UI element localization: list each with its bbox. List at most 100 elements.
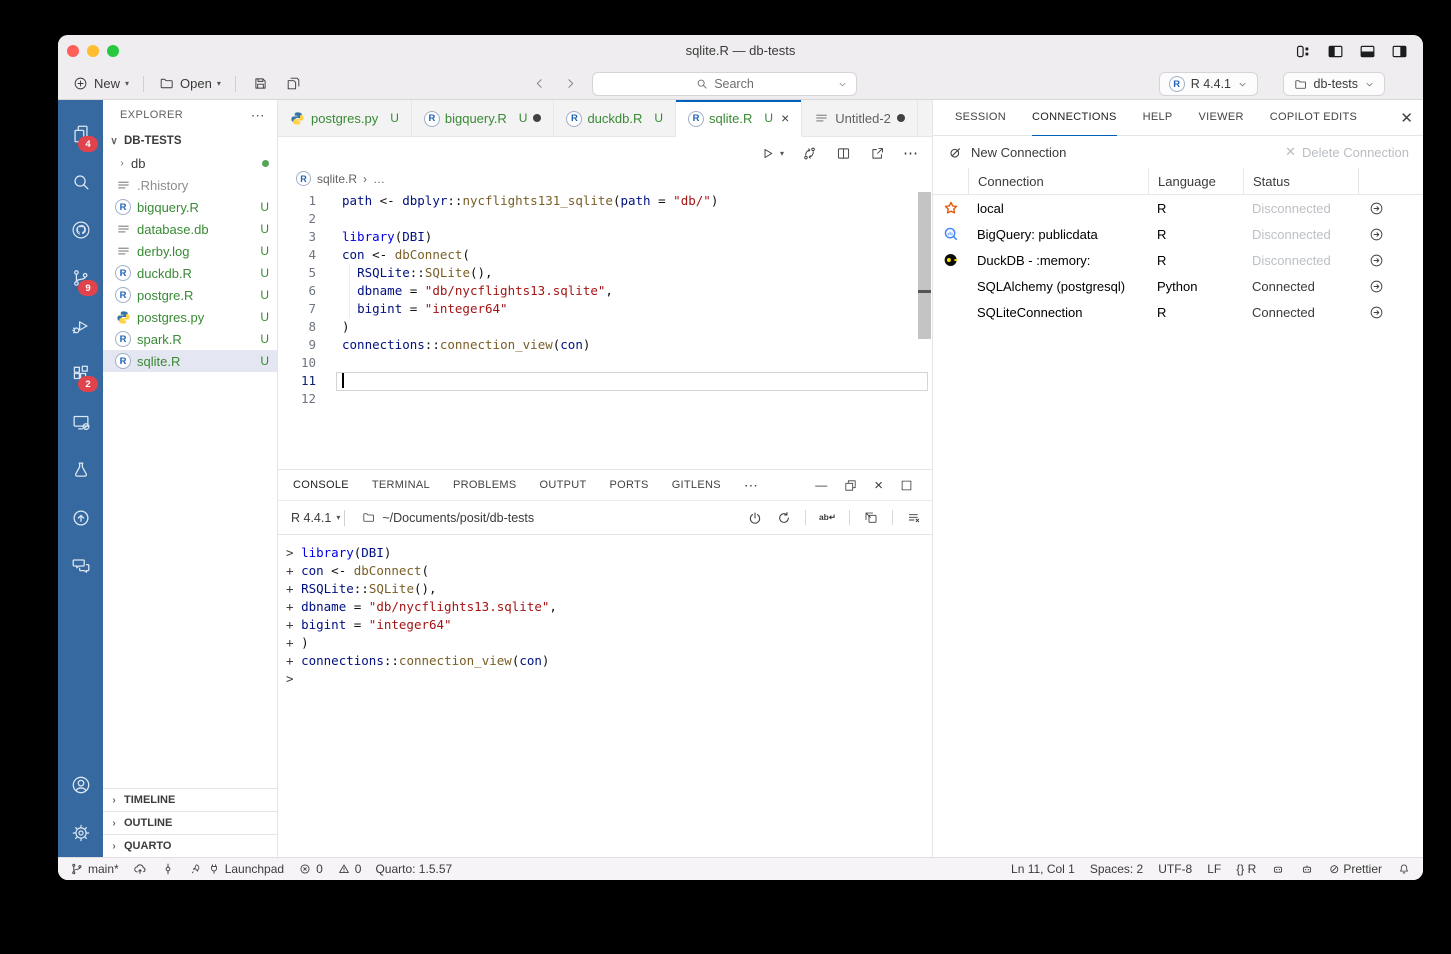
delete-connection-button[interactable]: ✕ Delete Connection xyxy=(1285,144,1409,160)
status-commit-graph[interactable] xyxy=(161,862,175,876)
titlebar-panel-bottom-icon[interactable] xyxy=(1358,42,1377,61)
titlebar-panel-right-icon[interactable] xyxy=(1390,42,1409,61)
activity-testing[interactable] xyxy=(58,446,103,494)
status-cursor-position[interactable]: Ln 11, Col 1 xyxy=(1011,862,1075,876)
activity-remote-explorer[interactable] xyxy=(58,398,103,446)
file-item-bigquery.R[interactable]: Rbigquery.RU xyxy=(103,196,277,218)
panel-tab-problems[interactable]: PROBLEMS xyxy=(453,470,517,501)
connection-row[interactable]: localRDisconnected xyxy=(933,195,1423,221)
status-launchpad[interactable]: Launchpad xyxy=(189,862,284,876)
activity-github[interactable] xyxy=(58,206,103,254)
code-line[interactable]: 7 bigint = "integer64" xyxy=(278,300,932,318)
column-header-language[interactable]: Language xyxy=(1148,168,1243,194)
tab-Untitled-2[interactable]: Untitled-2 xyxy=(802,100,918,136)
console-move-to-new-window-icon[interactable] xyxy=(863,510,879,526)
save-all-icon[interactable] xyxy=(285,75,302,92)
code-line[interactable]: 8) xyxy=(278,318,932,336)
more-actions-icon[interactable]: ⋯ xyxy=(903,144,918,162)
activity-search[interactable] xyxy=(58,158,103,206)
titlebar-panel-left-icon[interactable] xyxy=(1326,42,1345,61)
panel-tab-copilot-edits[interactable]: COPILOT EDITS xyxy=(1270,100,1357,136)
code-line[interactable]: 4con <- dbConnect( xyxy=(278,246,932,264)
panel-tab-ports[interactable]: PORTS xyxy=(610,470,649,501)
code-line[interactable]: 1path <- dbplyr::nycflights131_sqlite(pa… xyxy=(278,192,932,210)
panel-tab-terminal[interactable]: TERMINAL xyxy=(372,470,430,501)
code-line[interactable]: 9connections::connection_view(con) xyxy=(278,336,932,354)
panel-tab-connections[interactable]: CONNECTIONS xyxy=(1032,100,1117,136)
connection-row[interactable]: BigQuery: publicdataRDisconnected xyxy=(933,221,1423,247)
status-encoding[interactable]: UTF-8 xyxy=(1158,862,1192,876)
open-connection-icon[interactable] xyxy=(1358,200,1395,217)
editor-action-open-in-new-window[interactable] xyxy=(869,145,886,162)
panel-restore-icon[interactable] xyxy=(843,478,858,493)
panel-tab-gitlens[interactable]: GITLENS xyxy=(672,470,721,501)
status-language-mode[interactable]: {} R xyxy=(1236,862,1256,876)
open-connection-icon[interactable] xyxy=(1358,226,1395,243)
file-item-database.db[interactable]: database.dbU xyxy=(103,218,277,240)
workspace-root-folder[interactable]: ∨ DB-TESTS xyxy=(103,130,277,152)
status-error-count[interactable]: 0 xyxy=(298,862,323,876)
status-assistant[interactable] xyxy=(1300,862,1314,876)
titlebar-layout-customize-icon[interactable] xyxy=(1294,42,1313,61)
file-item-postgres.py[interactable]: postgres.pyU xyxy=(103,306,277,328)
status-indentation[interactable]: Spaces: 2 xyxy=(1090,862,1143,876)
tab-sqlite.R[interactable]: Rsqlite.RU× xyxy=(676,100,802,137)
more-actions-icon[interactable]: ⋯ xyxy=(251,107,265,124)
editor-action-split-editor[interactable] xyxy=(835,145,852,162)
console-clear-console-icon[interactable] xyxy=(906,510,922,526)
activity-extensions[interactable]: 2 xyxy=(58,350,103,398)
panel-tab-viewer[interactable]: VIEWER xyxy=(1199,100,1244,136)
file-item-spark.R[interactable]: Rspark.RU xyxy=(103,328,277,350)
tab-duckdb.R[interactable]: Rduckdb.RU xyxy=(554,100,676,136)
code-line[interactable]: 6 dbname = "db/nycflights13.sqlite", xyxy=(278,282,932,300)
section-timeline[interactable]: ›TIMELINE xyxy=(103,788,277,811)
open-connection-icon[interactable] xyxy=(1358,304,1395,321)
column-header-connection[interactable]: Connection xyxy=(968,168,1148,194)
status-branch-indicator[interactable]: main* xyxy=(70,862,119,876)
status-warning-count[interactable]: 0 xyxy=(337,862,362,876)
console-power-icon[interactable] xyxy=(747,510,763,526)
activity-settings[interactable] xyxy=(58,809,103,857)
search-input[interactable]: Search xyxy=(592,72,857,96)
forward-icon[interactable] xyxy=(563,76,578,91)
save-icon[interactable] xyxy=(252,75,269,92)
open-connection-icon[interactable] xyxy=(1358,252,1395,269)
panel-tab-output[interactable]: OUTPUT xyxy=(539,470,586,501)
file-item-db[interactable]: ›db xyxy=(103,152,277,174)
code-line[interactable]: 2 xyxy=(278,210,932,228)
panel-tab-help[interactable]: HELP xyxy=(1143,100,1173,136)
more-tabs-icon[interactable]: ⋯ xyxy=(744,477,758,494)
run-button[interactable]: ▾ xyxy=(759,145,784,162)
close-panel-icon[interactable]: ✕ xyxy=(1400,109,1413,127)
activity-publish[interactable] xyxy=(58,494,103,542)
tab-postgres.py[interactable]: postgres.pyU xyxy=(278,100,412,136)
project-selector[interactable]: db-tests xyxy=(1283,72,1385,96)
code-line[interactable]: 5 RSQLite::SQLite(), xyxy=(278,264,932,282)
editor[interactable]: ▾⋯ R sqlite.R › … 1path <- dbplyr::nycfl… xyxy=(278,137,932,469)
code-line[interactable]: 10 xyxy=(278,354,932,372)
console-restart-icon[interactable] xyxy=(776,510,792,526)
connection-row[interactable]: SQLiteConnectionRConnected xyxy=(933,299,1423,325)
close-tab-icon[interactable]: × xyxy=(781,110,789,126)
status-notifications[interactable] xyxy=(1397,862,1411,876)
column-header-status[interactable]: Status xyxy=(1243,168,1358,194)
file-item-postgre.R[interactable]: Rpostgre.RU xyxy=(103,284,277,306)
close-panel-icon[interactable]: × xyxy=(874,478,883,493)
activity-account[interactable] xyxy=(58,761,103,809)
code-line[interactable]: 3library(DBI) xyxy=(278,228,932,246)
code-line[interactable]: 11 xyxy=(278,372,932,390)
status-quarto-version[interactable]: Quarto: 1.5.57 xyxy=(375,862,452,876)
new-button[interactable]: New ▾ xyxy=(68,75,133,92)
code-area[interactable]: 1path <- dbplyr::nycflights131_sqlite(pa… xyxy=(278,192,932,408)
working-directory[interactable]: ~/Documents/posit/db-tests xyxy=(361,510,534,525)
file-item-sqlite.R[interactable]: Rsqlite.RU xyxy=(103,350,277,372)
panel-tab-console[interactable]: CONSOLE xyxy=(293,470,349,501)
editor-action-source[interactable] xyxy=(801,145,818,162)
activity-run-debug[interactable] xyxy=(58,302,103,350)
status-copilot[interactable] xyxy=(1271,862,1285,876)
connection-row[interactable]: SQLAlchemy (postgresql)PythonConnected xyxy=(933,273,1423,299)
console-runtime-selector[interactable]: R 4.4.1 ▾ xyxy=(291,511,340,525)
section-outline[interactable]: ›OUTLINE xyxy=(103,811,277,834)
new-connection-button[interactable]: New Connection xyxy=(947,144,1066,161)
file-item-.Rhistory[interactable]: .Rhistory xyxy=(103,174,277,196)
